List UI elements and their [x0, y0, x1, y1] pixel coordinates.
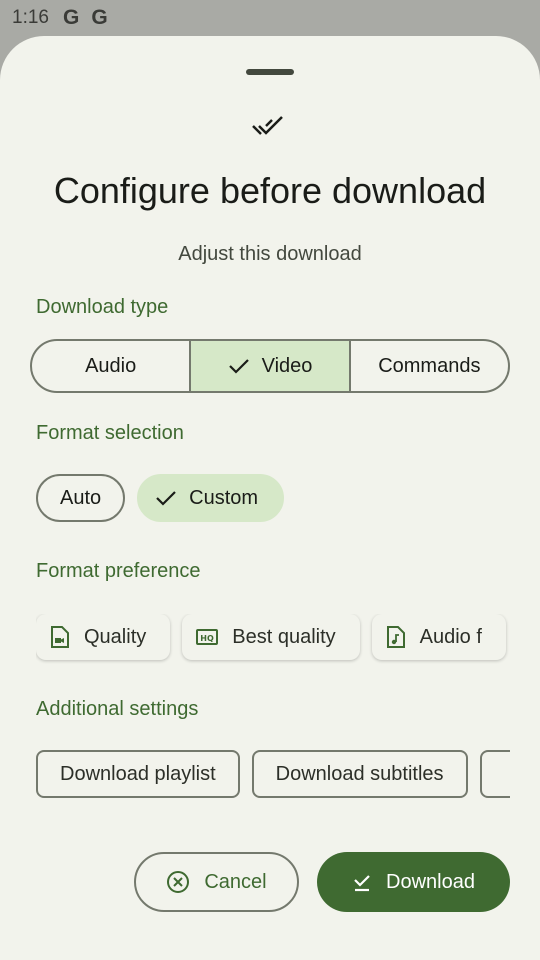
- bottom-sheet: Configure before download Adjust this do…: [0, 36, 540, 960]
- audio-file-icon: [386, 625, 406, 649]
- chip-audio-format[interactable]: Audio f: [371, 614, 506, 660]
- download-label: Download: [386, 870, 475, 893]
- google-notification-icon: G: [91, 6, 108, 29]
- svg-text:HQ: HQ: [201, 634, 215, 643]
- chip-label: Custom: [189, 486, 259, 509]
- cancel-button[interactable]: Cancel: [134, 852, 299, 912]
- chip-best-quality[interactable]: HQ Best quality: [182, 614, 360, 660]
- segment-label: Audio: [85, 354, 137, 377]
- cancel-label: Cancel: [204, 870, 267, 893]
- additional-settings-label: Additional settings: [36, 698, 199, 720]
- chip-auto[interactable]: Auto: [36, 474, 126, 522]
- hq-icon: HQ: [196, 628, 219, 646]
- check-icon: [155, 489, 177, 507]
- download-done-icon: [352, 872, 372, 892]
- video-file-icon: [50, 625, 70, 649]
- segment-video[interactable]: Video: [189, 341, 349, 391]
- done-all-icon: [250, 112, 290, 142]
- check-icon: [228, 357, 250, 375]
- format-selection-label: Format selection: [36, 422, 184, 444]
- status-time: 1:16: [12, 7, 49, 28]
- chip-label: Best quality: [232, 625, 336, 648]
- format-preference-chips[interactable]: Quality HQ Best quality Audio f: [36, 614, 510, 664]
- chip-download-subtitles[interactable]: Download subtitles: [251, 750, 468, 798]
- cancel-icon: [166, 870, 190, 894]
- additional-settings-chips[interactable]: Download playlist Download subtitles: [36, 750, 510, 800]
- chip-label: Quality: [84, 625, 147, 648]
- chip-label: Audio f: [419, 625, 482, 648]
- chip-label: Download subtitles: [275, 762, 444, 785]
- segment-label: Video: [261, 354, 313, 377]
- status-bar: 1:16 G G: [0, 0, 540, 36]
- chip-label: Auto: [60, 486, 102, 509]
- drag-handle[interactable]: [246, 69, 294, 75]
- chip-quality[interactable]: Quality: [36, 614, 171, 660]
- format-preference-label: Format preference: [36, 560, 201, 582]
- chip-custom[interactable]: Custom: [137, 474, 285, 522]
- chip-more-settings[interactable]: [479, 750, 510, 798]
- segment-audio[interactable]: Audio: [32, 341, 189, 391]
- chip-label: Download playlist: [60, 762, 216, 785]
- download-type-label: Download type: [36, 296, 169, 318]
- dialog-subtitle: Adjust this download: [178, 243, 362, 265]
- google-notification-icon: G: [62, 6, 80, 29]
- format-selection-chips: Auto Custom: [36, 474, 285, 522]
- segment-commands[interactable]: Commands: [348, 341, 508, 391]
- dialog-title: Configure before download: [53, 170, 487, 211]
- chip-download-playlist[interactable]: Download playlist: [36, 750, 240, 798]
- download-button[interactable]: Download: [317, 852, 510, 912]
- segment-label: Commands: [378, 354, 481, 377]
- download-type-segmented-control: Audio Video Commands: [30, 339, 510, 393]
